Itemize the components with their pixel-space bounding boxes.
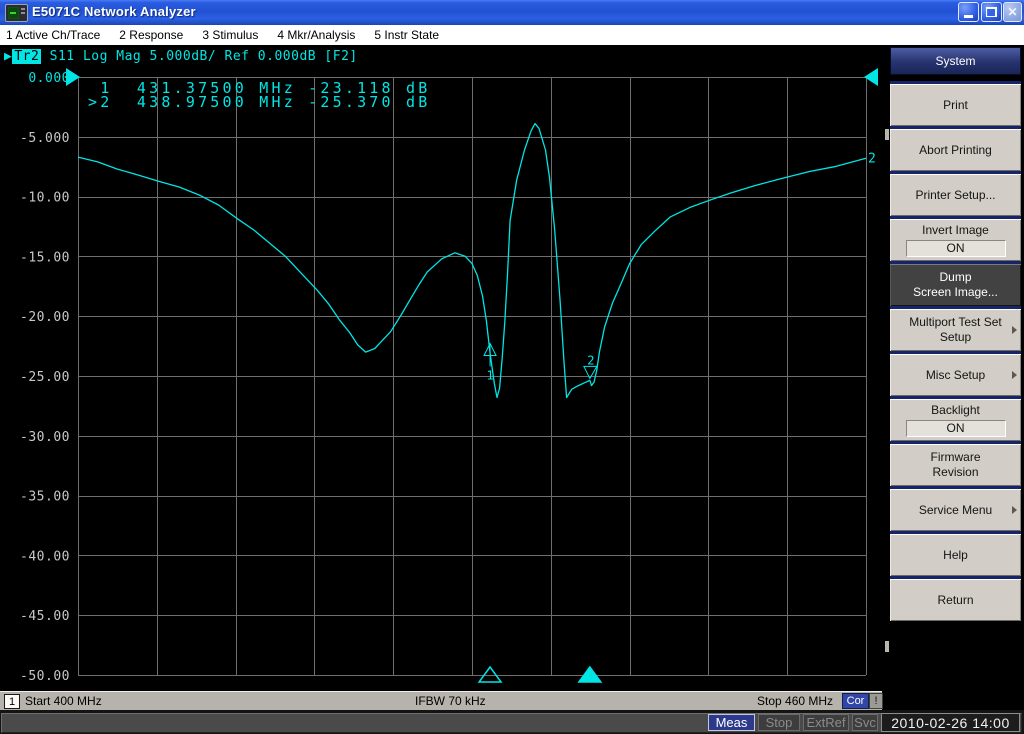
y-axis-tick-label: -30.00	[20, 430, 70, 445]
warning-badge: !	[869, 693, 883, 709]
softkey-help[interactable]: Help	[890, 531, 1021, 576]
menu-active-ch-trace[interactable]: 1 Active Ch/Trace	[6, 28, 100, 42]
status-indicator-svc: Svc	[852, 714, 878, 731]
restore-button[interactable]	[981, 2, 1002, 22]
menu-stimulus[interactable]: 3 Stimulus	[202, 28, 258, 42]
softkey-multiport-test-set-setup[interactable]: Multiport Test Set Setup	[890, 306, 1021, 351]
marker1-stimulus-triangle[interactable]	[477, 665, 503, 683]
measurement-plot: 0.000 -5.000 -10.00 -15.00 -20.00 -25.00 -30.0…	[20, 68, 878, 684]
restore-icon	[986, 7, 997, 17]
trace-number-label: 2	[868, 151, 876, 166]
y-axis-tick-label: -10.00	[20, 191, 70, 206]
status-indicator-meas: Meas	[708, 714, 755, 731]
softkey-service-menu[interactable]: Service Menu	[890, 486, 1021, 531]
softkey-scroll-handle[interactable]	[885, 129, 889, 140]
y-axis-tick-label: -20.00	[20, 310, 70, 325]
status-bar: Meas Stop ExtRef Svc 2010-02-26 14:00	[0, 710, 1024, 734]
menu-bar: 1 Active Ch/Trace 2 Response 3 Stimulus …	[0, 25, 1024, 45]
submenu-arrow-icon	[1012, 371, 1017, 379]
menu-instr-state[interactable]: 5 Instr State	[374, 28, 439, 42]
softkey-menu-title: System	[890, 47, 1021, 75]
start-frequency-label: Start 400 MHz	[25, 694, 102, 708]
backlight-state: ON	[905, 420, 1006, 437]
trace-header: ▶ Tr2 S11 Log Mag 5.000dB/ Ref 0.000dB [F…	[4, 49, 358, 64]
y-axis-tick-label: -40.00	[20, 549, 70, 564]
y-axis-tick-label: -5.000	[20, 131, 70, 146]
trace-label-chip[interactable]: Tr2	[12, 49, 42, 64]
minimize-icon	[964, 15, 973, 18]
window-title: E5071C Network Analyzer	[32, 4, 196, 19]
softkey-misc-setup[interactable]: Misc Setup	[890, 351, 1021, 396]
softkey-dump-screen-image[interactable]: Dump Screen Image...	[890, 261, 1021, 306]
y-axis-tick-label: -35.00	[20, 490, 70, 505]
softkey-invert-image[interactable]: Invert Image ON	[890, 216, 1021, 261]
title-bar: E5071C Network Analyzer ✕	[0, 0, 1024, 25]
softkey-printer-setup[interactable]: Printer Setup...	[890, 171, 1021, 216]
softkey-print[interactable]: Print	[890, 81, 1021, 126]
invert-image-state: ON	[905, 240, 1006, 257]
status-indicator-stop: Stop	[758, 714, 800, 731]
menu-response[interactable]: 2 Response	[119, 28, 183, 42]
marker2-number: 2	[587, 353, 594, 367]
y-axis-tick-label: -45.00	[20, 609, 70, 624]
submenu-arrow-icon	[1012, 506, 1017, 514]
y-axis-tick-label: -25.00	[20, 370, 70, 385]
softkey-firmware-revision[interactable]: Firmware Revision	[890, 441, 1021, 486]
softkey-abort-printing[interactable]: Abort Printing	[890, 126, 1021, 171]
ref-level-triangle-left	[66, 68, 80, 86]
y-axis-tick-label: -15.00	[20, 250, 70, 265]
measurement-display: 0.000 -5.000 -10.00 -15.00 -20.00 -25.00 -30.0…	[0, 45, 884, 691]
status-indicator-extref: ExtRef	[803, 714, 849, 731]
trace-settings-text: S11 Log Mag 5.000dB/ Ref 0.000dB [F2]	[41, 49, 358, 64]
close-button[interactable]: ✕	[1003, 2, 1022, 22]
menu-mkr-analysis[interactable]: 4 Mkr/Analysis	[277, 28, 355, 42]
minimize-button[interactable]	[958, 2, 979, 22]
submenu-arrow-icon	[1012, 326, 1017, 334]
status-datetime: 2010-02-26 14:00	[881, 713, 1020, 732]
softkey-return[interactable]: Return	[890, 576, 1021, 621]
marker2-stimulus-triangle[interactable]	[577, 665, 603, 683]
close-icon: ✕	[1007, 5, 1018, 19]
app-icon	[5, 4, 28, 22]
channel-number-badge: 1	[4, 694, 20, 709]
softkey-backlight[interactable]: Backlight ON	[890, 396, 1021, 441]
channel-bar: 1 Start 400 MHz IFBW 70 kHz Stop 460 MHz…	[0, 691, 883, 710]
y-axis-tick-label: 0.000	[28, 71, 70, 86]
softkey-scroll-handle[interactable]	[885, 641, 889, 652]
y-axis-tick-label: -50.00	[20, 669, 70, 684]
app-icon-screen	[8, 7, 19, 19]
ifbw-label: IFBW 70 kHz	[415, 694, 486, 708]
stop-frequency-label: Stop 460 MHz	[757, 694, 834, 708]
softkey-sidebar: System Print Abort Printing Printer Setu…	[884, 45, 1024, 710]
correction-badge: Cor	[842, 693, 869, 709]
marker2-readout: >2 438.97500 MHz -25.370 dB	[88, 93, 431, 111]
marker1-number: 1	[486, 368, 493, 382]
